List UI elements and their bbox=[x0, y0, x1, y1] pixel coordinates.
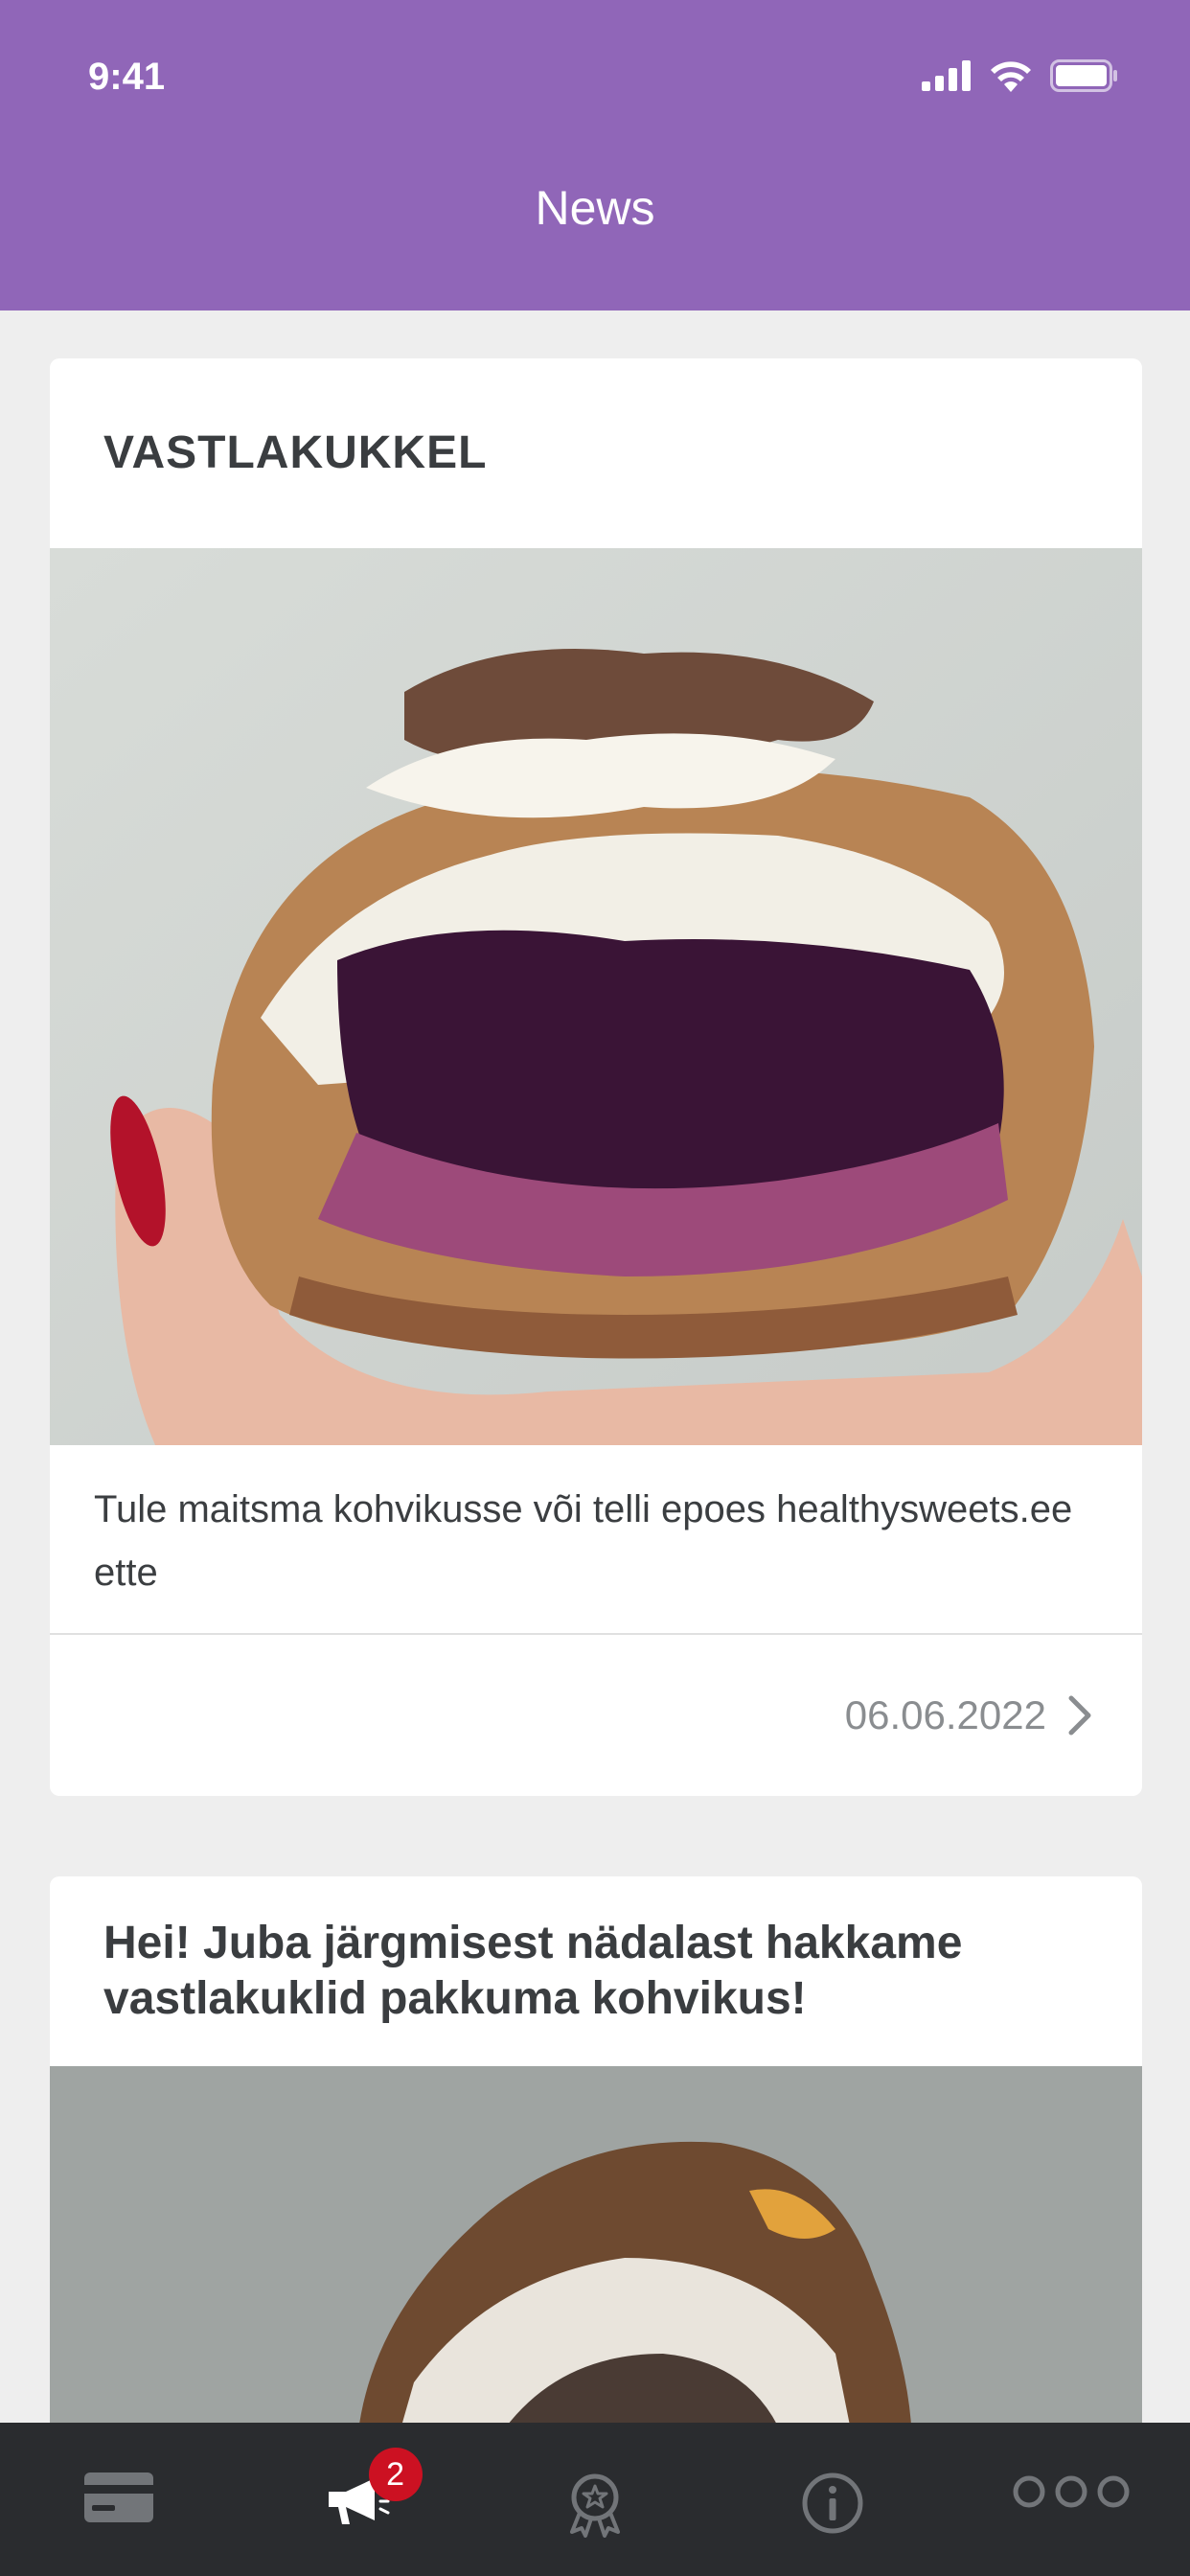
page-title: News bbox=[535, 181, 655, 235]
more-icon bbox=[1013, 2475, 1130, 2508]
status-time: 9:41 bbox=[88, 56, 166, 98]
signal-icon bbox=[922, 60, 971, 91]
news-photo-cream-puff bbox=[50, 548, 1142, 1445]
news-title: VASTLAKUKKEL bbox=[103, 427, 488, 478]
tab-more[interactable] bbox=[952, 2423, 1190, 2576]
battery-icon bbox=[1050, 59, 1117, 92]
news-feed[interactable]: VASTLAKUKKEL Tule maitsma kohvikusse või… bbox=[50, 358, 1142, 2530]
app-header: 9:41 News bbox=[0, 0, 1190, 310]
notification-badge: 2 bbox=[368, 2448, 423, 2501]
news-card[interactable]: Hei! Juba järgmisest nädalast hakkame va… bbox=[50, 1876, 1142, 2450]
tab-news[interactable]: 2 bbox=[239, 2423, 476, 2576]
tab-info[interactable] bbox=[714, 2423, 951, 2576]
chevron-right-icon[interactable] bbox=[1067, 1694, 1092, 1736]
card-icon bbox=[84, 2472, 154, 2522]
tab-card[interactable] bbox=[0, 2423, 238, 2576]
news-date: 06.06.2022 bbox=[844, 1692, 1046, 1737]
news-card[interactable]: VASTLAKUKKEL Tule maitsma kohvikusse või… bbox=[50, 358, 1142, 1796]
award-icon bbox=[569, 2473, 620, 2538]
wifi-icon bbox=[991, 61, 1031, 92]
news-footer[interactable]: 06.06.2022 bbox=[50, 1635, 1142, 1796]
status-icons bbox=[922, 59, 1119, 92]
news-photo-cream-puff bbox=[50, 2066, 1142, 2450]
tab-rewards[interactable] bbox=[476, 2423, 714, 2576]
tab-bar: 2 bbox=[0, 2423, 1190, 2576]
news-body: Tule maitsma kohvikusse või telli epoes … bbox=[50, 1445, 1142, 1635]
news-title: Hei! Juba järgmisest nädalast hakkame va… bbox=[103, 1918, 963, 2024]
info-icon bbox=[802, 2472, 863, 2534]
